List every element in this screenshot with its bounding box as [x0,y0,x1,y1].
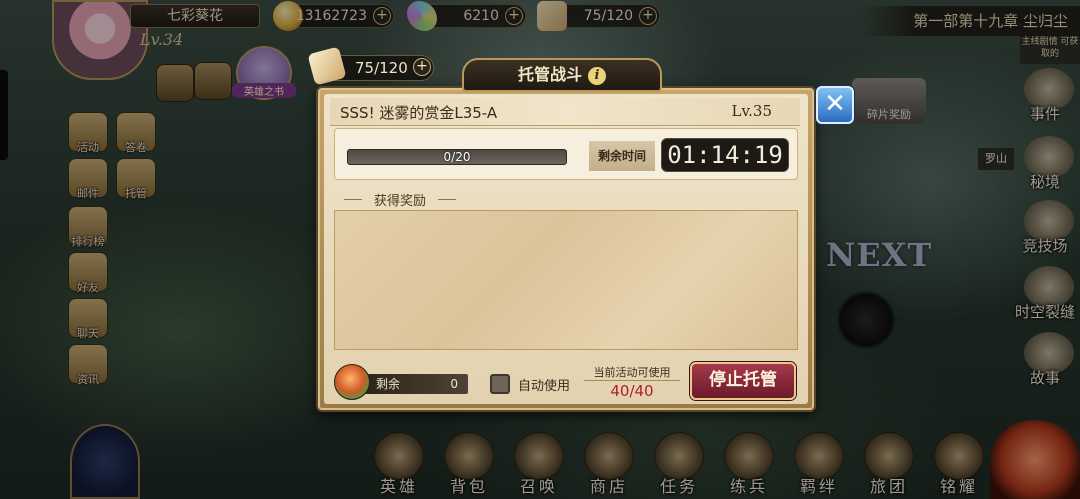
stop-auto-battle-button[interactable]: 停止托管 [690,362,796,400]
battle-progress-text: 0/20 [443,150,471,164]
add-stamina-button[interactable]: + [413,58,431,76]
stage-level: Lv.35 [731,102,772,120]
remaining-time-label: 剩余时间 [589,141,655,171]
stage-header: SSS! 迷雾的赏金L35-A Lv.35 [330,98,800,126]
auto-use-checkbox[interactable] [490,374,510,394]
close-icon: ✕ [824,89,846,119]
remaining-label: 剩余 [376,377,401,391]
event-available-count: 40/40 [610,382,654,400]
dialog-title-text: 托管战斗 [517,65,582,84]
food-item-icon[interactable] [334,364,370,400]
dialog-footer: 剩余 0 自动使用 当前活动可使用 40/40 停止托管 [334,362,798,402]
rewards-title: 获得奖励 [340,190,460,209]
auto-use-label[interactable]: 自动使用 [518,375,570,394]
info-icon[interactable]: i [588,66,606,85]
event-available-label: 当前活动可使用 [584,364,680,381]
progress-panel: 0/20 剩余时间 01:14:19 [334,128,798,180]
remaining-items: 剩余 0 [364,374,468,394]
rewards-list[interactable] [334,210,798,350]
remaining-count: 0 [450,377,458,391]
dialog-stamina-counter: 75/120 + [307,46,434,86]
stage-name: SSS! 迷雾的赏金L35-A [340,104,498,122]
close-button[interactable]: ✕ [816,86,854,124]
dialog-stamina-value: 75/120 [355,59,408,77]
dialog-title: 托管战斗 i [462,58,662,92]
remaining-time: 01:14:19 [661,138,789,172]
battle-progress-bar: 0/20 [347,149,567,165]
